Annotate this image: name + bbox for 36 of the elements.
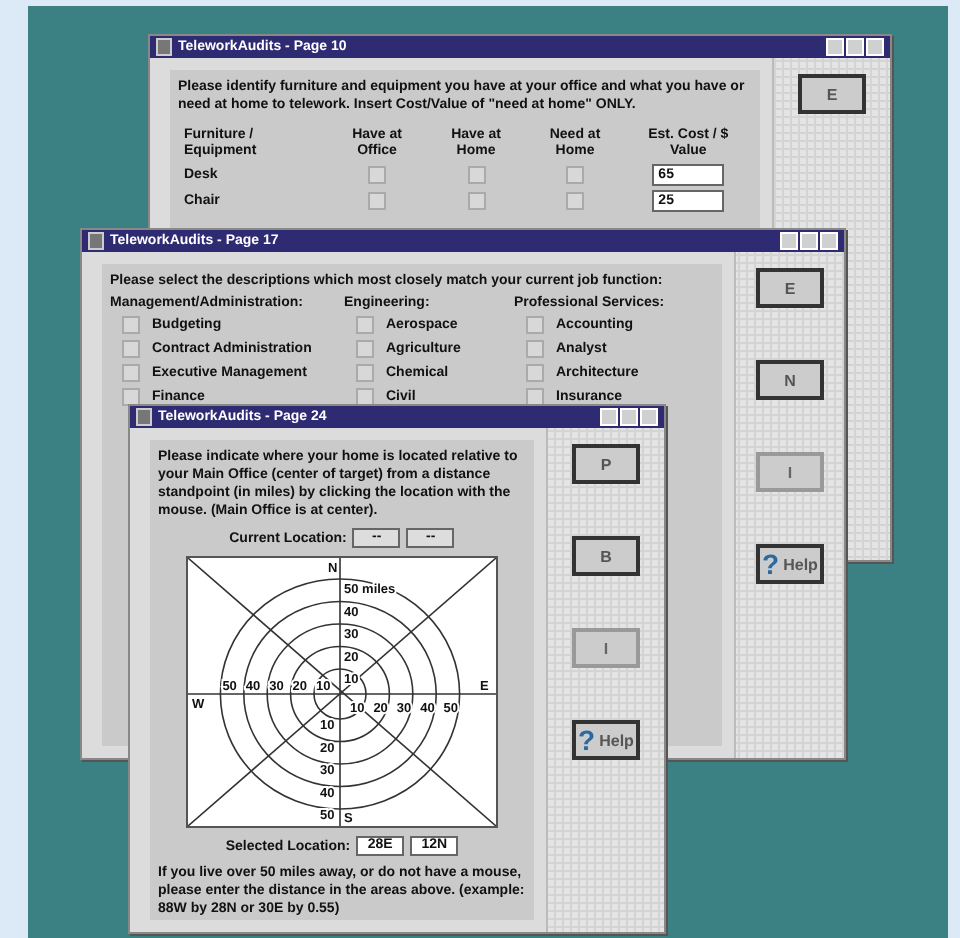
checkbox[interactable]	[356, 363, 374, 381]
close-icon[interactable]	[866, 38, 884, 56]
checkbox[interactable]	[526, 387, 544, 405]
checkbox[interactable]	[356, 315, 374, 333]
close-icon[interactable]	[820, 232, 838, 250]
checkbox[interactable]	[356, 339, 374, 357]
app-icon	[136, 408, 152, 426]
minimize-icon[interactable]	[780, 232, 798, 250]
maximize-icon[interactable]	[846, 38, 864, 56]
nav-button[interactable]: P	[572, 444, 640, 484]
checkbox[interactable]	[356, 387, 374, 405]
app-icon	[88, 232, 104, 250]
checkbox[interactable]	[526, 315, 544, 333]
minimize-icon[interactable]	[600, 408, 618, 426]
app-icon	[156, 38, 172, 56]
checkbox[interactable]	[526, 339, 544, 357]
maximize-icon[interactable]	[800, 232, 818, 250]
checkbox[interactable]	[566, 166, 585, 184]
checkbox[interactable]	[566, 192, 585, 210]
checkbox[interactable]	[368, 166, 387, 184]
checkbox[interactable]	[526, 363, 544, 381]
minimize-icon[interactable]	[826, 38, 844, 56]
checkbox[interactable]	[368, 192, 387, 210]
nav-button[interactable]: B	[572, 536, 640, 576]
nav-button[interactable]: E	[756, 268, 824, 308]
checkbox[interactable]	[122, 315, 140, 333]
target-drawing[interactable]	[187, 557, 497, 827]
checkbox[interactable]	[467, 166, 486, 184]
checkbox[interactable]	[467, 192, 486, 210]
close-icon[interactable]	[640, 408, 658, 426]
checkbox[interactable]	[122, 363, 140, 381]
maximize-icon[interactable]	[620, 408, 638, 426]
nav-button[interactable]: E	[798, 74, 866, 114]
checkbox[interactable]	[122, 339, 140, 357]
nav-button[interactable]: N	[756, 360, 824, 400]
checkbox[interactable]	[122, 387, 140, 405]
